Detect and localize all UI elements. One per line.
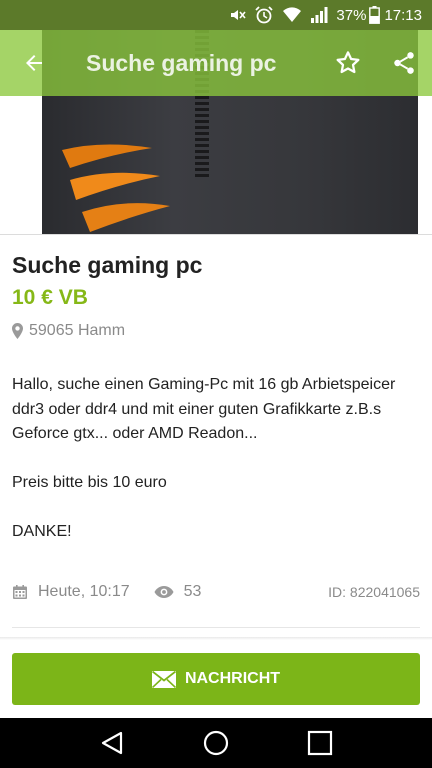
alarm-icon [254,5,274,25]
envelope-icon [151,670,176,688]
nav-home-button[interactable] [196,723,236,763]
ad-price: 10 € VB [12,286,88,309]
calendar-icon [13,585,27,599]
ad-location[interactable]: 59065 Hamm [12,322,125,340]
favorite-button[interactable] [320,30,376,96]
status-bar: 37% 17:13 [0,0,432,30]
app-bar-title: Suche gaming pc [86,49,277,76]
ad-id: ID: 822041065 [328,584,420,600]
message-button-label: NACHRICHT [184,670,281,687]
battery-percent: 37% [336,6,367,24]
share-icon [394,52,414,74]
ad-description: Hallo, suche einen Gaming-Pc mit 16 gb A… [12,376,396,540]
ad-views-count: 53 [183,583,202,600]
location-pin-icon [12,323,23,339]
battery-icon [369,6,381,24]
share-button[interactable] [376,30,432,96]
nav-back-triangle-icon [101,731,123,755]
ad-title: Suche gaming pc [12,252,203,278]
nav-recents-square-icon [307,730,333,756]
location-text: 59065 Hamm [29,322,126,339]
app-bar: Suche gaming pc [0,30,432,96]
star-icon [336,51,360,74]
signal-icon [310,6,328,24]
ad-views: 53 [154,583,202,601]
nav-back-button[interactable] [92,723,132,763]
wifi-icon [282,6,302,24]
clock: 17:13 [384,6,422,24]
message-button[interactable]: NACHRICHT [12,653,420,705]
nav-recents-button[interactable] [300,723,340,763]
ad-date-text: Heute, 10:17 [38,583,130,600]
system-nav-bar [0,718,432,768]
ad-meta: Heute, 10:17 53 ID: 822041065 [12,581,420,603]
back-button[interactable] [0,30,68,96]
eye-icon [154,586,174,598]
image-divider [0,234,432,235]
ad-date: Heute, 10:17 [12,583,130,601]
screen: 37% 17:13 Suche gaming pc Suche gaming p… [0,0,432,768]
bottom-shadow [0,637,432,640]
back-arrow-icon [26,55,42,71]
mute-icon [228,6,247,24]
nav-home-circle-icon [203,730,229,756]
content-divider [12,627,420,628]
